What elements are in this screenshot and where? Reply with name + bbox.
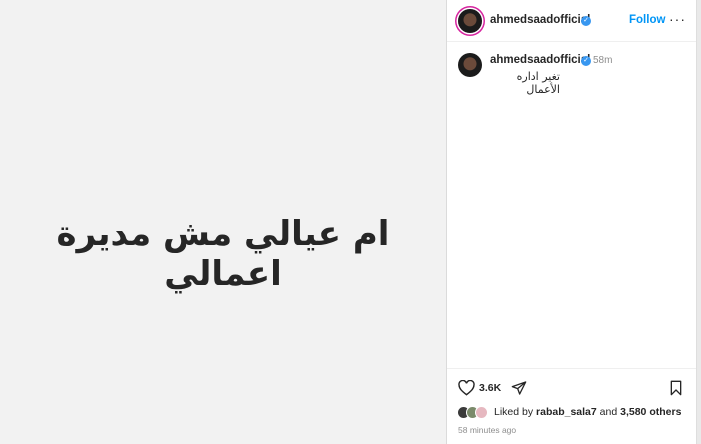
liked-by-user[interactable]: rabab_sala7 — [536, 406, 597, 418]
like-count[interactable]: 3.6K — [479, 382, 501, 394]
verified-badge-icon: ✓ — [581, 16, 591, 26]
follow-button[interactable]: Follow — [629, 14, 665, 26]
post-viewer: ام عيالي مش مديرة اعمالي ahmedsaadoffici… — [0, 0, 701, 444]
post-timestamp: 58 minutes ago — [458, 425, 517, 435]
post-image-text: ام عيالي مش مديرة اعمالي — [56, 214, 390, 294]
liked-by-prefix: Liked by — [494, 406, 534, 418]
caption-username[interactable]: ahmedsaadofficial — [490, 54, 590, 66]
bookmark-icon[interactable] — [669, 380, 683, 401]
author-avatar[interactable] — [458, 9, 482, 33]
caption-time: 58m — [593, 55, 613, 66]
page-edge — [696, 0, 701, 444]
liked-by-others[interactable]: 3,580 others — [620, 406, 681, 418]
caption-avatar[interactable] — [458, 53, 482, 77]
caption-text: تغير اداره الأعمال — [516, 70, 560, 96]
post-header: ahmedsaadofficial ✓ Follow ··· — [447, 0, 697, 42]
liked-by-and: and — [599, 406, 618, 418]
liker-avatar — [475, 406, 488, 419]
liked-by-text[interactable]: Liked by rabab_sala7 and 3,580 others — [494, 406, 681, 418]
more-options-icon[interactable]: ··· — [669, 11, 686, 27]
liked-by-avatars — [457, 406, 491, 419]
post-image[interactable]: ام عيالي مش مديرة اعمالي — [0, 0, 446, 444]
share-icon[interactable] — [511, 380, 527, 401]
post-actions: 3.6K Liked by rabab_sala7 and 3,580 othe… — [447, 368, 697, 444]
author-username[interactable]: ahmedsaadofficial — [490, 14, 590, 26]
post-sidebar: ahmedsaadofficial ✓ Follow ··· ahmedsaad… — [446, 0, 697, 444]
heart-icon[interactable] — [458, 379, 475, 401]
caption-verified-badge-icon: ✓ — [581, 56, 591, 66]
